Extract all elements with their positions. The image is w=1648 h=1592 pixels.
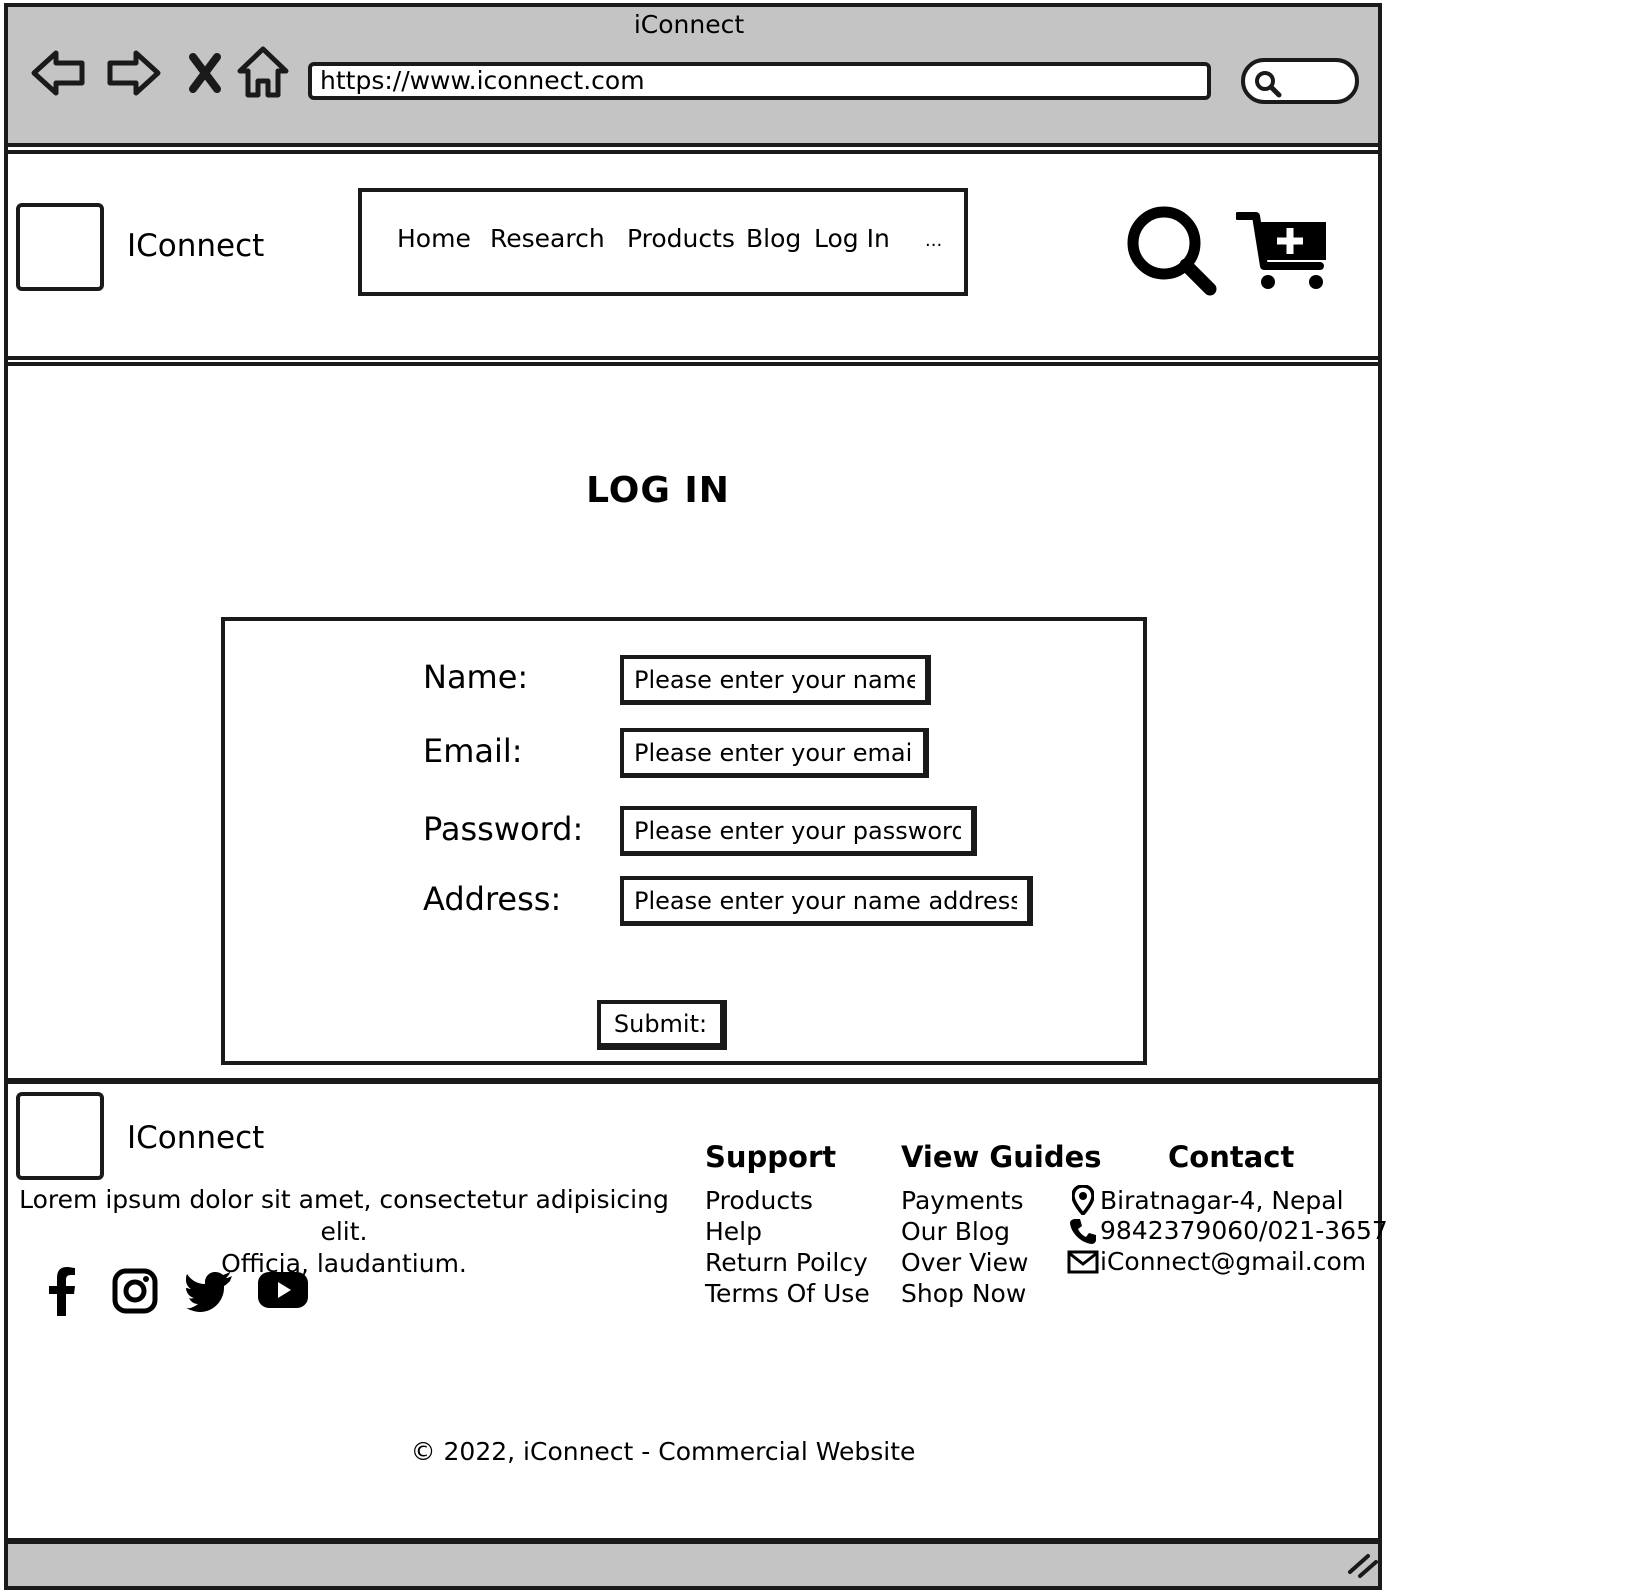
contact-email: iConnect@gmail.com — [1066, 1247, 1366, 1276]
footer-link-products[interactable]: Products — [705, 1185, 870, 1216]
facebook-icon[interactable] — [44, 1266, 80, 1320]
address-input[interactable] — [620, 876, 1033, 926]
header-logo-placeholder[interactable] — [16, 203, 104, 291]
password-input[interactable] — [620, 806, 977, 856]
close-x-icon[interactable] — [176, 42, 234, 104]
nav-blog[interactable]: Blog — [746, 224, 801, 253]
cart-add-icon[interactable] — [1234, 208, 1332, 298]
footer-link-shop-now[interactable]: Shop Now — [901, 1278, 1028, 1309]
guides-links: Payments Our Blog Over View Shop Now — [901, 1185, 1028, 1309]
contact-email-text[interactable]: iConnect@gmail.com — [1100, 1247, 1366, 1276]
header-brand: IConnect — [127, 228, 265, 264]
support-heading: Support — [705, 1140, 837, 1174]
address-label: Address: — [423, 880, 562, 918]
support-links: Products Help Return Poilcy Terms Of Use — [705, 1185, 870, 1309]
page-title: LOG IN — [586, 470, 730, 511]
footer-brand: IConnect — [127, 1120, 265, 1156]
nav-home[interactable]: Home — [397, 224, 471, 253]
search-icon — [1255, 71, 1282, 98]
phone-icon — [1066, 1217, 1100, 1245]
contact-heading: Contact — [1168, 1140, 1295, 1174]
nav-login[interactable]: Log In — [814, 224, 890, 253]
footer-link-help[interactable]: Help — [705, 1216, 870, 1247]
resize-grip-icon[interactable] — [1346, 1550, 1378, 1584]
footer-description-line1: Lorem ipsum dolor sit amet, consectetur … — [19, 1185, 669, 1246]
footer-link-return-policy[interactable]: Return Poilcy — [705, 1247, 870, 1278]
nav-research[interactable]: Research — [490, 224, 605, 253]
copyright: © 2022, iConnect - Commercial Website — [410, 1437, 916, 1466]
back-arrow-icon[interactable] — [30, 42, 88, 104]
search-icon[interactable] — [1124, 203, 1220, 303]
name-label: Name: — [423, 658, 529, 696]
contact-address: Biratnagar-4, Nepal — [1066, 1185, 1344, 1215]
email-input[interactable] — [620, 728, 929, 778]
guides-heading: View Guides — [901, 1140, 1102, 1174]
footer-description: Lorem ipsum dolor sit amet, consectetur … — [14, 1184, 674, 1280]
twitter-icon[interactable] — [186, 1270, 234, 1316]
browser-status-bar — [4, 1540, 1382, 1590]
contact-phone-text: 9842379060/021-3657 — [1100, 1216, 1388, 1245]
password-label: Password: — [423, 810, 584, 848]
location-pin-icon — [1066, 1185, 1100, 1215]
footer-logo-placeholder[interactable] — [16, 1092, 104, 1180]
submit-button[interactable]: Submit: — [597, 1000, 727, 1050]
footer-link-overview[interactable]: Over View — [901, 1247, 1028, 1278]
nav-products[interactable]: Products — [627, 224, 735, 253]
email-label: Email: — [423, 732, 523, 770]
youtube-icon[interactable] — [258, 1270, 308, 1314]
browser-search-field[interactable] — [1241, 58, 1359, 104]
window-title: iConnect — [633, 10, 745, 39]
home-icon[interactable] — [234, 42, 292, 104]
contact-phone: 9842379060/021-3657 — [1066, 1216, 1388, 1245]
forward-arrow-icon[interactable] — [104, 42, 162, 104]
name-input[interactable] — [620, 655, 931, 705]
footer-link-our-blog[interactable]: Our Blog — [901, 1216, 1028, 1247]
contact-address-text: Biratnagar-4, Nepal — [1100, 1185, 1344, 1215]
nav-more[interactable]: ... — [925, 230, 942, 251]
footer-link-payments[interactable]: Payments — [901, 1185, 1028, 1216]
url-bar[interactable]: https://www.iconnect.com — [308, 62, 1211, 100]
instagram-icon[interactable] — [112, 1268, 158, 1318]
footer-link-terms[interactable]: Terms Of Use — [705, 1278, 870, 1309]
envelope-icon — [1066, 1250, 1100, 1274]
